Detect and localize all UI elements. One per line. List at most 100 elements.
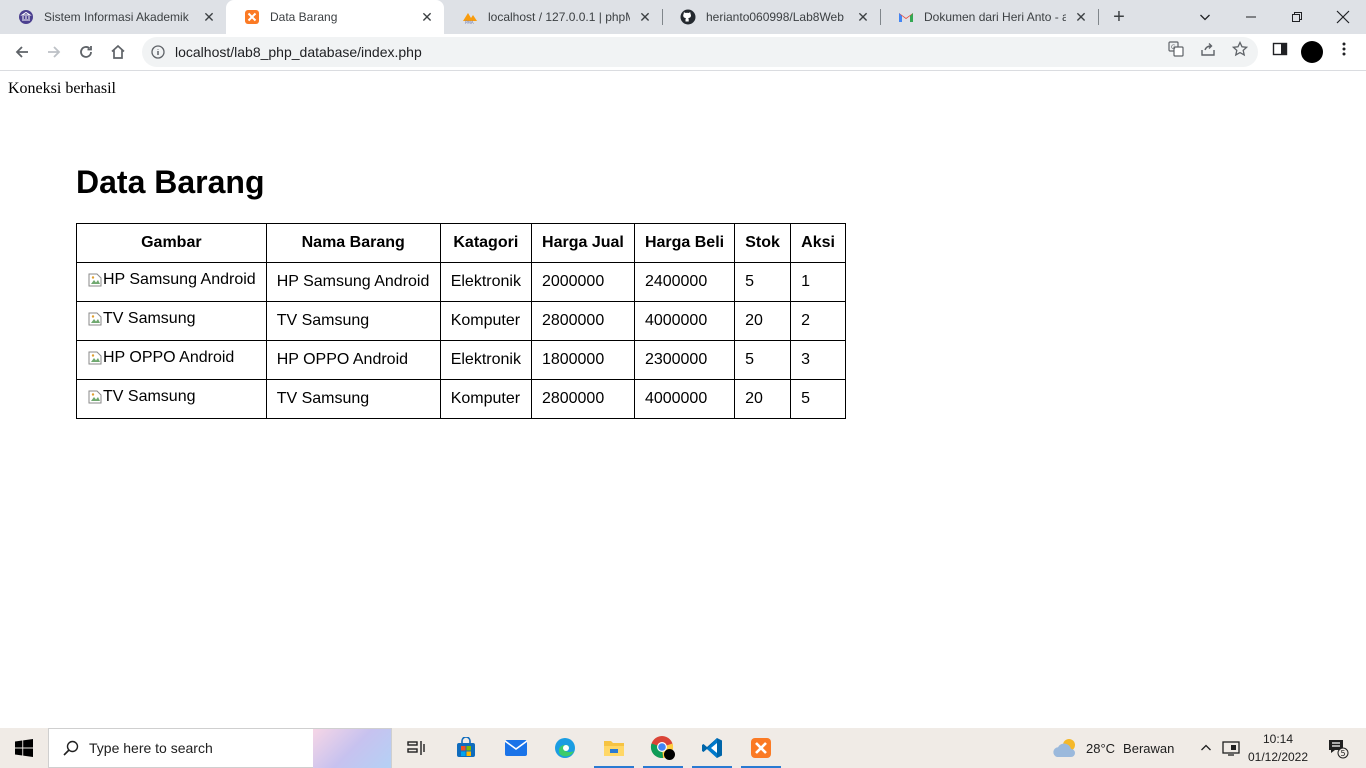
- reload-button[interactable]: [72, 38, 100, 66]
- taskbar-file-explorer[interactable]: [594, 728, 634, 768]
- notification-center-button[interactable]: 5: [1318, 728, 1358, 768]
- home-button[interactable]: [104, 38, 132, 66]
- vscode-icon: [702, 738, 722, 758]
- menu-kebab-icon[interactable]: [1336, 41, 1352, 57]
- svg-text:PMA: PMA: [465, 20, 474, 25]
- cell-harga-beli: 4000000: [633, 379, 736, 419]
- forward-button[interactable]: [40, 38, 68, 66]
- minimize-icon: [1246, 16, 1256, 18]
- browser-toolbar: localhost/lab8_php_database/index.php G: [0, 34, 1366, 71]
- home-icon: [111, 44, 125, 59]
- cell-harga-jual: 1800000: [530, 340, 635, 380]
- search-icon: [61, 738, 81, 758]
- taskbar-xampp[interactable]: [741, 728, 781, 768]
- partly-cloudy-icon: [1053, 739, 1075, 757]
- new-tab-button[interactable]: +: [1107, 5, 1131, 29]
- cell-stok: 20: [734, 379, 792, 419]
- windows-logo-icon: [15, 739, 33, 757]
- clock-date: 01/12/2022: [1247, 750, 1309, 764]
- tab-gmail[interactable]: Dokumen dari Heri Anto - an ✕: [880, 0, 1098, 34]
- column-header-stok: Stok: [734, 223, 792, 263]
- taskbar-clock[interactable]: 10:14 01/12/2022: [1243, 730, 1313, 766]
- cell-harga-jual: 2800000: [530, 379, 635, 419]
- cell-katagori: Komputer: [439, 379, 532, 419]
- cell-nama-barang: HP Samsung Android: [265, 262, 441, 302]
- minimize-button[interactable]: [1228, 0, 1274, 34]
- clock-time: 10:14: [1262, 732, 1294, 746]
- close-icon[interactable]: ✕: [636, 8, 654, 26]
- tab-title: Sistem Informasi Akademik: [44, 10, 189, 24]
- taskbar-search-box[interactable]: Type here to search: [48, 728, 392, 768]
- column-header-harga-jual: Harga Jual: [530, 223, 635, 263]
- side-panel-icon[interactable]: [1272, 41, 1288, 57]
- translate-icon[interactable]: G: [1168, 41, 1184, 57]
- gmail-icon: [898, 9, 914, 25]
- close-window-button[interactable]: [1320, 0, 1366, 34]
- display-icon: [1222, 741, 1240, 756]
- tab-data-barang[interactable]: Data Barang ✕: [226, 0, 444, 34]
- xampp-icon: [751, 738, 771, 758]
- display-tray-button[interactable]: [1220, 728, 1242, 768]
- xampp-icon: [244, 9, 260, 25]
- task-view-button[interactable]: [396, 728, 436, 768]
- cell-gambar: HP Samsung Android: [76, 262, 267, 302]
- cell-gambar: TV Samsung: [76, 301, 267, 341]
- taskbar-mail[interactable]: [496, 728, 536, 768]
- weather-widget[interactable]: 28°C Berawan: [1052, 728, 1174, 768]
- task-view-icon: [407, 741, 425, 755]
- weather-temperature: 28°C: [1086, 740, 1116, 756]
- address-bar[interactable]: localhost/lab8_php_database/index.php: [142, 37, 1258, 67]
- cell-gambar: HP OPPO Android: [76, 340, 267, 380]
- cell-aksi: 3: [790, 340, 847, 380]
- close-icon[interactable]: ✕: [854, 8, 872, 26]
- cell-aksi: 5: [790, 379, 847, 419]
- tab-search-button[interactable]: [1182, 0, 1228, 34]
- image-alt-text: HP OPPO Android: [103, 349, 235, 366]
- close-icon[interactable]: ✕: [418, 8, 436, 26]
- phpmyadmin-icon: PMA: [462, 9, 478, 25]
- table-row: HP OPPO Android HP OPPO Android Elektronik…: [76, 340, 847, 380]
- share-icon[interactable]: [1200, 41, 1216, 57]
- main-container: Data Barang Gambar Nama Barang Katagori …: [76, 163, 847, 419]
- column-header-nama-barang: Nama Barang: [265, 223, 441, 263]
- folder-icon: [604, 741, 624, 756]
- info-icon[interactable]: [150, 44, 166, 60]
- bookmark-star-icon[interactable]: [1232, 41, 1248, 57]
- tab-separator: [1098, 9, 1099, 25]
- browser-tab-strip: Sistem Informasi Akademik ✕ Data Barang …: [0, 0, 1366, 34]
- tab-phpmyadmin[interactable]: PMA localhost / 127.0.0.1 | phpMy ✕: [444, 0, 662, 34]
- taskbar-chrome[interactable]: [643, 728, 683, 768]
- tab-sistem-informasi-akademik[interactable]: Sistem Informasi Akademik ✕: [0, 0, 226, 34]
- cell-katagori: Elektronik: [439, 262, 532, 302]
- arrow-right-icon: [48, 46, 61, 58]
- windows-taskbar: Type here to search 28°C Berawan 10:14 0…: [0, 728, 1366, 768]
- back-button[interactable]: [8, 38, 36, 66]
- taskbar-vscode[interactable]: [692, 728, 732, 768]
- table-row: TV Samsung TV Samsung Komputer 2800000 40000…: [76, 301, 847, 341]
- start-button[interactable]: [0, 728, 48, 768]
- cell-nama-barang: TV Samsung: [265, 301, 441, 341]
- cell-katagori: Komputer: [439, 301, 532, 341]
- cell-nama-barang: HP OPPO Android: [265, 340, 441, 380]
- tab-github[interactable]: herianto060998/Lab8Web ✕: [662, 0, 880, 34]
- show-hidden-icons-button[interactable]: [1196, 728, 1216, 768]
- close-icon[interactable]: ✕: [1072, 8, 1090, 26]
- taskbar-microsoft-store[interactable]: [446, 728, 486, 768]
- chrome-icon: [650, 736, 675, 760]
- connection-status: Koneksi berhasil: [8, 80, 116, 97]
- data-table: Gambar Nama Barang Katagori Harga Jual H…: [76, 223, 847, 419]
- store-icon: [457, 737, 475, 757]
- arrow-left-icon: [15, 46, 28, 58]
- profile-avatar[interactable]: [1301, 41, 1323, 63]
- table-row: TV Samsung TV Samsung Komputer 2800000 40000…: [76, 379, 847, 419]
- weather-condition: Berawan: [1123, 740, 1175, 756]
- taskbar-edge[interactable]: [545, 728, 585, 768]
- url-text[interactable]: localhost/lab8_php_database/index.php: [175, 44, 422, 60]
- cell-stok: 5: [734, 262, 792, 302]
- edge-icon: [555, 738, 575, 758]
- cell-harga-beli: 2300000: [633, 340, 736, 380]
- notification-count: 5: [1340, 749, 1345, 758]
- close-icon[interactable]: ✕: [200, 8, 218, 26]
- restore-button[interactable]: [1274, 0, 1320, 34]
- cell-harga-jual: 2000000: [530, 262, 635, 302]
